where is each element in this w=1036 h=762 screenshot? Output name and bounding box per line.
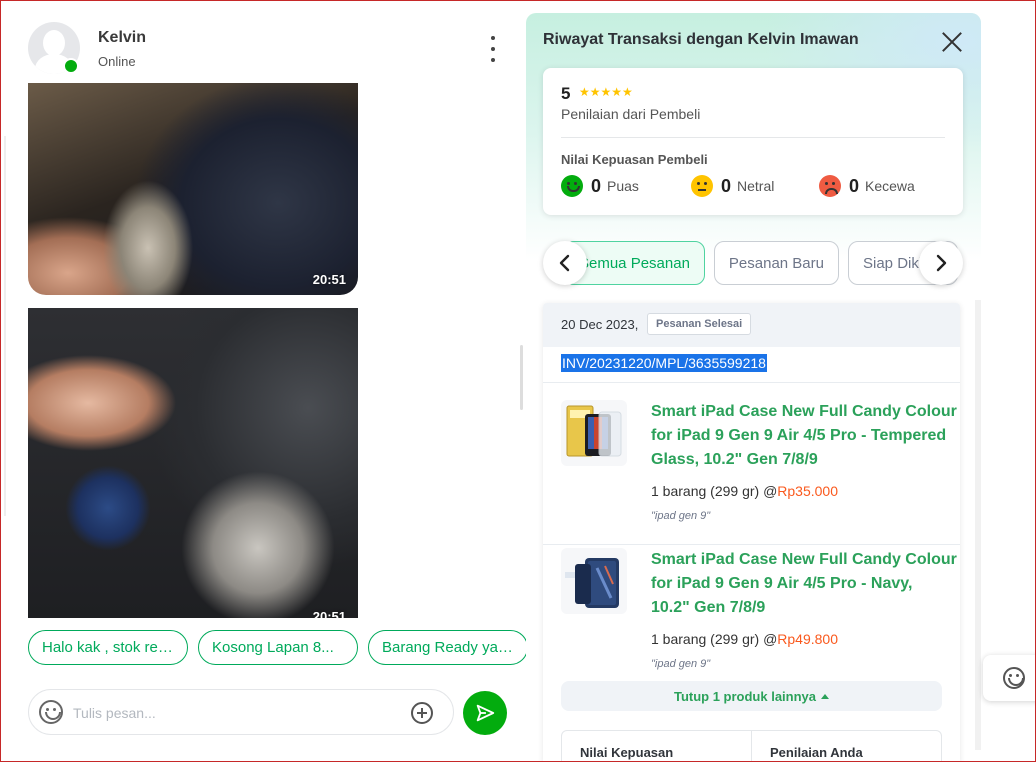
- quick-reply-chip[interactable]: Halo kak , stok ready?: [28, 630, 188, 665]
- product-name-line: for iPad 9 Gen 9 Air 4/5 Pro - Navy,: [651, 575, 913, 592]
- chat-scrollbar[interactable]: [520, 345, 523, 410]
- product-note: "ipad gen 9": [651, 510, 711, 522]
- emoji-icon[interactable]: [39, 700, 63, 724]
- divider: [561, 137, 945, 138]
- chevron-left-icon: [559, 254, 570, 272]
- panel-scrollbar[interactable]: [975, 300, 981, 750]
- divider: [543, 544, 960, 545]
- invoice-row: INV/20231220/MPL/3635599218: [543, 347, 960, 383]
- quick-replies: Halo kak , stok ready? Kosong Lapan 8...…: [28, 630, 526, 666]
- satisfaction-netral: 0 Netral: [691, 174, 774, 198]
- product-name-line: for iPad 9 Gen 9 Air 4/5 Pro - Tempered: [651, 427, 947, 444]
- send-button[interactable]: [463, 691, 507, 735]
- order-header: 20 Dec 2023, Pesanan Selesai: [543, 303, 960, 347]
- product-thumbnail[interactable]: [561, 400, 627, 466]
- tabs-inner: Semua Pesanan Pesanan Baru Siap Dikirim: [564, 241, 959, 285]
- satisfaction-label: Puas: [607, 178, 639, 194]
- product-name[interactable]: Smart iPad Case New Full Candy Colour fo…: [651, 400, 960, 472]
- message-timestamp: 20:51: [312, 609, 346, 618]
- panel-title: Riwayat Transaksi dengan Kelvin Imawan: [543, 31, 859, 48]
- send-icon: [476, 704, 495, 722]
- product-qty-text: 1 barang (299 gr) @: [651, 631, 778, 647]
- product-price: Rp49.800: [777, 631, 838, 647]
- product-qty-text: 1 barang (299 gr) @: [651, 483, 778, 499]
- divider: [4, 136, 6, 516]
- chat-header: Kelvin Online: [0, 0, 526, 84]
- order-filter-tabs: Semua Pesanan Pesanan Baru Siap Dikirim: [543, 241, 963, 285]
- close-icon[interactable]: [941, 31, 963, 53]
- satisfaction-count: 0: [849, 175, 860, 196]
- order-product: Smart iPad Case New Full Candy Colour fo…: [543, 400, 960, 522]
- satisfaction-label: Kecewa: [865, 178, 915, 194]
- product-note: "ipad gen 9": [651, 658, 711, 670]
- nilai-kepuasan-label: Nilai Kepuasan: [580, 745, 674, 760]
- invoice-number[interactable]: INV/20231220/MPL/3635599218: [561, 354, 767, 372]
- more-options-icon[interactable]: [486, 36, 500, 62]
- quick-reply-chip[interactable]: Kosong Lapan 8...: [198, 630, 358, 665]
- sad-face-icon: [819, 175, 841, 197]
- tabs-track: Semua Pesanan Pesanan Baru Siap Dikirim: [543, 241, 963, 285]
- satisfaction-label: Netral: [737, 178, 775, 194]
- product-name-line: Glass, 10.2" Gen 7/8/9: [651, 451, 818, 468]
- quick-reply-chip[interactable]: Barang Ready ya kak: [368, 630, 526, 665]
- satisfaction-kecewa: 0 Kecewa: [819, 174, 915, 198]
- caret-up-icon: [821, 693, 830, 699]
- ipad-case-image: [565, 558, 619, 608]
- satisfaction-count: 0: [591, 175, 602, 196]
- message-composer: [28, 689, 454, 735]
- order-feedback-columns: Nilai Kepuasan Penilaian Anda: [561, 730, 942, 762]
- tempered-glass-image: [566, 405, 622, 457]
- message-timestamp: 20:51: [312, 272, 346, 287]
- chat-image-message[interactable]: 20:51: [28, 308, 358, 618]
- smile-icon: [1003, 667, 1025, 689]
- chat-panel: Kelvin Online 20:51 20:51 Halo kak , sto…: [0, 0, 526, 762]
- happy-face-icon: [561, 175, 583, 197]
- online-status-dot: [63, 58, 79, 74]
- floating-emoji-button[interactable]: [983, 655, 1036, 701]
- tabs-next-button[interactable]: [919, 241, 963, 285]
- quick-reply-label: Kosong Lapan 8...: [212, 639, 334, 656]
- transaction-history-panel: Riwayat Transaksi dengan Kelvin Imawan 5…: [526, 13, 981, 762]
- chat-image-message[interactable]: 20:51: [28, 83, 358, 295]
- chevron-right-icon: [936, 254, 947, 272]
- chat-user-name[interactable]: Kelvin: [98, 29, 146, 47]
- product-quantity: 1 barang (299 gr) @Rp35.000: [651, 483, 838, 499]
- product-name-line: 10.2" Gen 7/8/9: [651, 599, 766, 616]
- satisfaction-count: 0: [721, 175, 732, 196]
- order-card: 20 Dec 2023, Pesanan Selesai INV/2023122…: [543, 303, 960, 762]
- product-thumbnail[interactable]: [561, 548, 627, 614]
- product-name-line: Smart iPad Case New Full Candy Colour: [651, 551, 957, 568]
- product-quantity: 1 barang (299 gr) @Rp49.800: [651, 631, 838, 647]
- quick-reply-label: Halo kak , stok ready?: [42, 639, 174, 656]
- star-rating-icon: ★★★★★: [579, 85, 633, 99]
- satisfaction-puas: 0 Puas: [561, 174, 639, 198]
- penilaian-anda-label: Penilaian Anda: [751, 731, 941, 762]
- order-date: 20 Dec 2023,: [561, 317, 639, 332]
- rating-card: 5 ★★★★★ Penilaian dari Pembeli Nilai Kep…: [543, 68, 963, 215]
- order-product: Smart iPad Case New Full Candy Colour fo…: [543, 548, 960, 670]
- product-name[interactable]: Smart iPad Case New Full Candy Colour fo…: [651, 548, 960, 620]
- rating-subtitle: Penilaian dari Pembeli: [561, 106, 701, 122]
- satisfaction-title: Nilai Kepuasan Pembeli: [561, 152, 708, 167]
- rating-score: 5: [561, 84, 571, 103]
- product-price: Rp35.000: [777, 483, 838, 499]
- add-attachment-icon[interactable]: [411, 702, 433, 724]
- tab-pesanan-baru[interactable]: Pesanan Baru: [713, 241, 839, 285]
- collapse-products-button[interactable]: Tutup 1 produk lainnya: [561, 681, 942, 711]
- status-badge: Pesanan Selesai: [647, 313, 752, 335]
- collapse-label: Tutup 1 produk lainnya: [673, 688, 817, 704]
- avatar-head-shape: [43, 30, 65, 56]
- neutral-face-icon: [691, 175, 713, 197]
- message-input[interactable]: [73, 700, 393, 726]
- quick-reply-label: Barang Ready ya kak: [382, 639, 514, 656]
- product-name-line: Smart iPad Case New Full Candy Colour: [651, 403, 957, 420]
- chat-user-status: Online: [98, 54, 136, 69]
- tabs-prev-button[interactable]: [543, 241, 587, 285]
